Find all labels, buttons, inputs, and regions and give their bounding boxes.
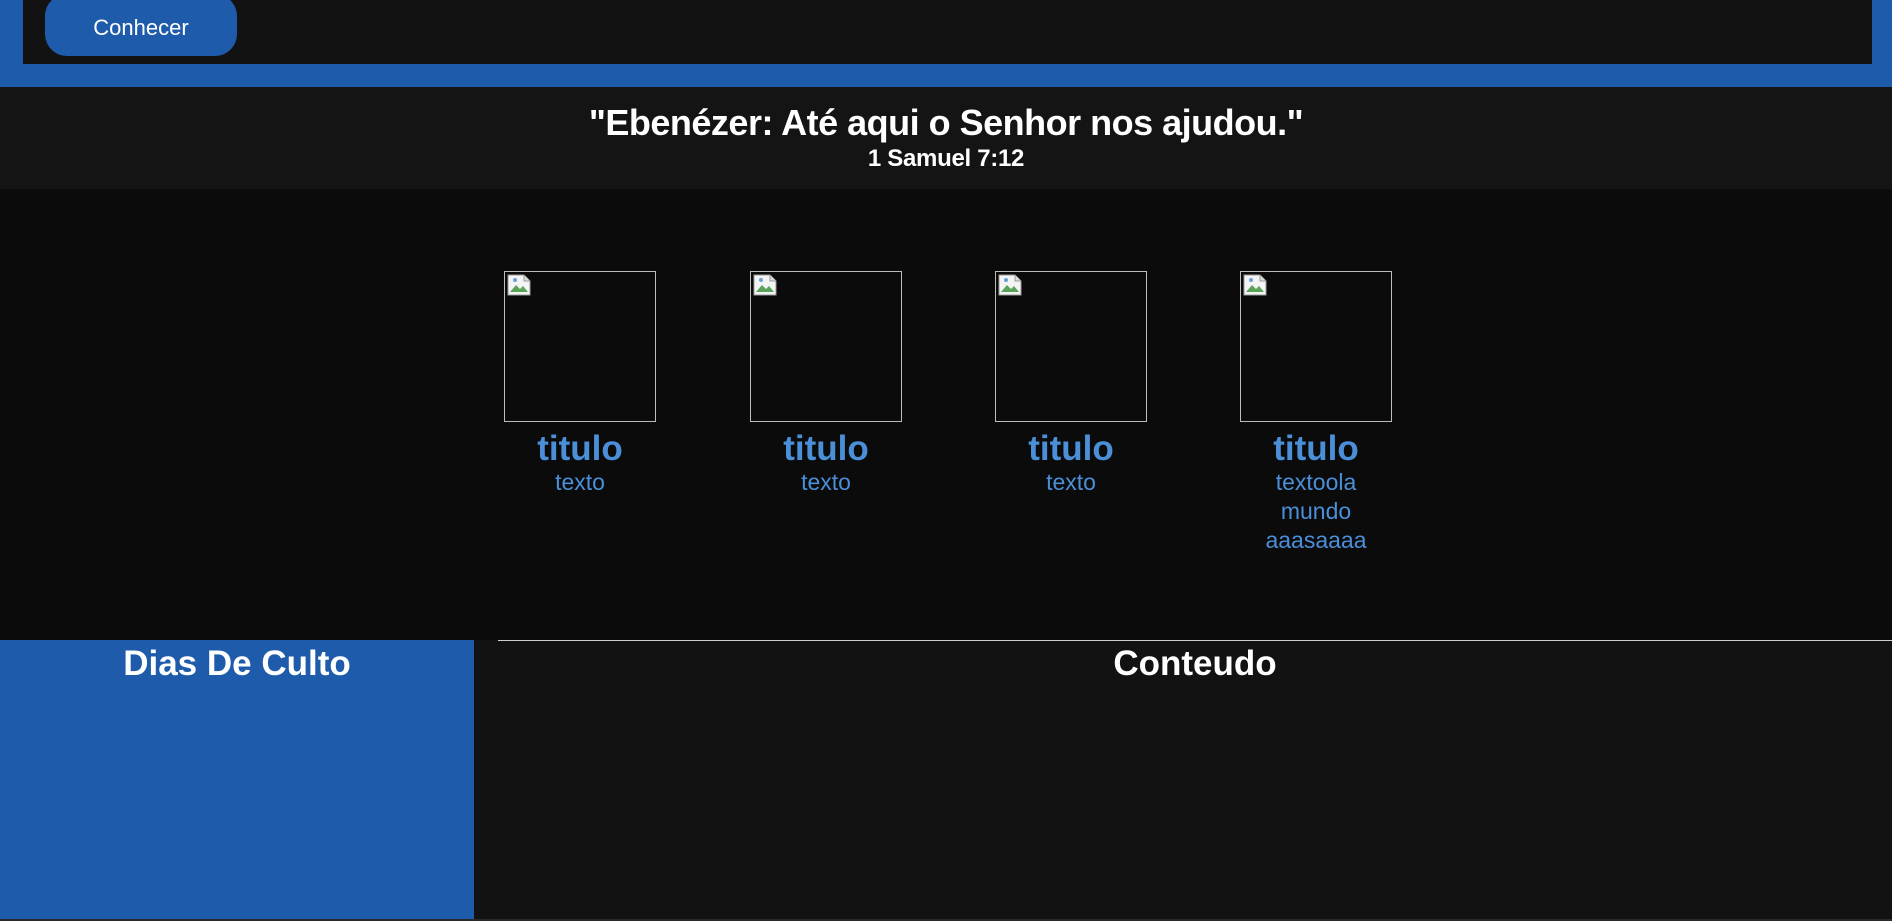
cards-section: titulo texto titulo texto titulo texto t…: [0, 189, 1892, 640]
card-title: titulo: [1028, 429, 1114, 468]
verse-reference: 1 Samuel 7:12: [867, 145, 1025, 172]
card-title: titulo: [537, 429, 623, 468]
card-title: titulo: [1273, 429, 1359, 468]
card-image: [995, 271, 1147, 422]
conteudo-panel: Conteudo: [498, 640, 1892, 921]
broken-image-icon: [998, 274, 1022, 296]
card-text: texto: [1046, 469, 1096, 495]
card-text: texto: [801, 469, 851, 495]
top-navbar: Conhecer: [23, 0, 1872, 64]
card[interactable]: titulo texto: [750, 271, 902, 497]
card-image: [750, 271, 902, 422]
dias-de-culto-title: Dias De Culto: [123, 644, 351, 683]
card[interactable]: titulo texto: [504, 271, 656, 497]
card-title: titulo: [783, 429, 869, 468]
card[interactable]: titulo textoola mundo aaasaaaa: [1240, 271, 1392, 555]
verse-quote: "Ebenézer: Até aqui o Senhor nos ajudou.…: [588, 102, 1304, 143]
conhecer-button[interactable]: Conhecer: [45, 0, 237, 56]
broken-image-icon: [507, 274, 531, 296]
card-text: textoola mundo aaasaaaa: [1265, 469, 1367, 553]
broken-image-icon: [753, 274, 777, 296]
broken-image-icon: [1243, 274, 1267, 296]
conteudo-title: Conteudo: [1113, 644, 1277, 683]
card[interactable]: titulo texto: [995, 271, 1147, 497]
card-image: [1240, 271, 1392, 422]
card-text: texto: [555, 469, 605, 495]
dias-de-culto-panel: Dias De Culto: [0, 640, 474, 921]
card-image: [504, 271, 656, 422]
verse-banner: "Ebenézer: Até aqui o Senhor nos ajudou.…: [0, 87, 1892, 189]
panel-gap: [474, 640, 498, 921]
